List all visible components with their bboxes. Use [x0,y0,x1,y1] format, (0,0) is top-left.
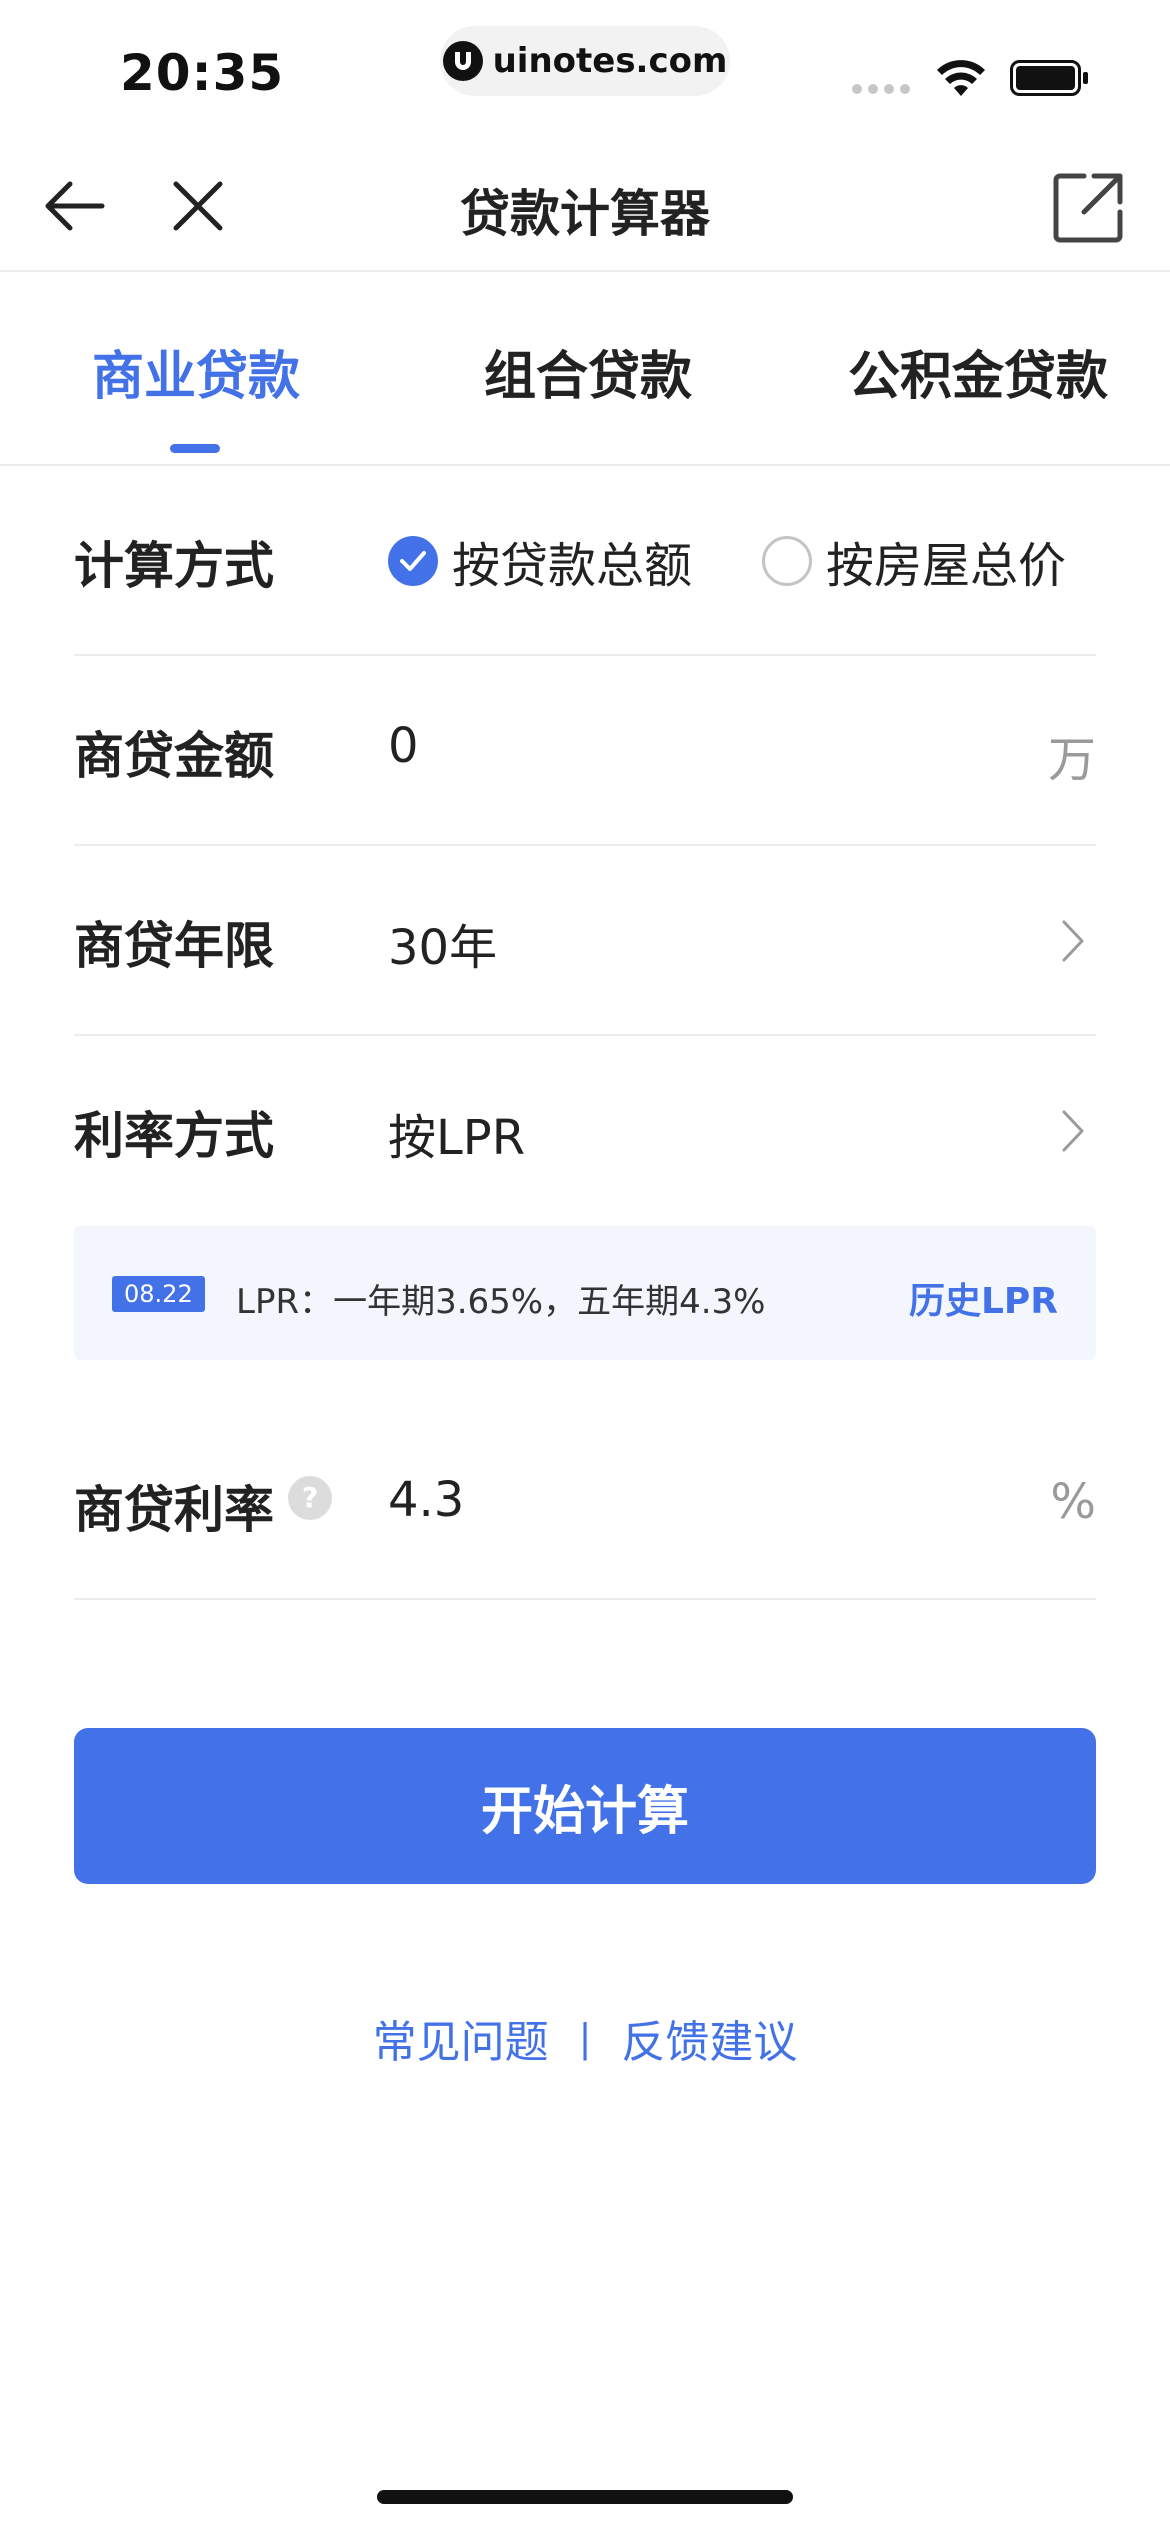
url-text: uinotes.com [492,41,728,81]
calc-method-radio-group: 按贷款总额 按房屋总价 [388,526,1066,596]
loan-amount-row[interactable]: 商贷金额 0 万 [74,656,1096,846]
rate-method-row[interactable]: 利率方式 按LPR [74,1036,1096,1226]
back-arrow-icon[interactable] [40,176,110,236]
rate-method-value: 按LPR [388,1110,526,1166]
radio-by-house-price[interactable]: 按房屋总价 [762,526,1066,596]
nav-bar: 贷款计算器 [0,140,1170,272]
loan-rate-unit: % [1050,1474,1096,1530]
signal-icon [852,84,910,94]
footer-links: 常见问题 | 反馈建议 [0,2006,1170,2070]
loan-term-row[interactable]: 商贷年限 30年 [74,846,1096,1036]
calc-method-row: 计算方式 按贷款总额 按房屋总价 [74,466,1096,656]
calc-method-label: 计算方式 [74,537,274,595]
lpr-info-banner: 08.22 LPR：一年期3.65%，五年期4.3% 历史LPR [74,1226,1096,1360]
unchecked-radio-icon [762,536,813,586]
close-icon[interactable] [168,176,228,236]
radio-label: 按贷款总额 [452,538,693,594]
radio-label: 按房屋总价 [826,538,1067,594]
site-logo-icon [442,41,483,81]
active-tab-indicator [170,444,220,453]
chevron-right-icon [1062,1110,1084,1152]
loan-term-value: 30年 [388,920,498,976]
history-lpr-link[interactable]: 历史LPR [909,1272,1058,1324]
status-time: 20:35 [120,44,285,102]
radio-by-loan-total[interactable]: 按贷款总额 [388,526,692,596]
loan-term-label: 商贷年限 [74,917,274,975]
loan-amount-label: 商贷金额 [74,727,274,785]
battery-icon [1010,60,1088,96]
question-mark-icon[interactable]: ? [288,1476,332,1520]
chevron-right-icon [1062,920,1084,962]
rate-method-label: 利率方式 [74,1107,274,1165]
start-calculate-button[interactable]: 开始计算 [74,1728,1096,1884]
tab-combined-loan[interactable]: 组合贷款 [484,334,692,409]
tab-provident-fund-loan[interactable]: 公积金贷款 [848,334,1108,409]
home-indicator[interactable] [377,2490,793,2504]
share-icon[interactable] [1050,170,1126,246]
loan-rate-row[interactable]: 商贷利率 ? 4.3 % [74,1410,1096,1600]
feedback-link[interactable]: 反馈建议 [621,2006,797,2070]
url-pill[interactable]: uinotes.com [440,26,730,96]
tab-commercial-loan[interactable]: 商业贷款 [92,334,300,409]
footer-separator: | [578,2016,592,2060]
lpr-rate-text: LPR：一年期3.65%，五年期4.3% [236,1282,766,1322]
loan-rate-input[interactable]: 4.3 [388,1472,464,1528]
checked-radio-icon [388,536,438,586]
loan-amount-input[interactable]: 0 [388,718,419,774]
loan-rate-label: 商贷利率 [74,1481,274,1539]
lpr-date-badge: 08.22 [112,1276,205,1312]
loan-type-tabs: 商业贷款 组合贷款 公积金贷款 [0,272,1170,466]
loan-amount-unit: 万 [1047,732,1096,788]
status-bar: 20:35 uinotes.com [0,0,1170,140]
faq-link[interactable]: 常见问题 [373,2006,549,2070]
wifi-icon [937,60,985,96]
